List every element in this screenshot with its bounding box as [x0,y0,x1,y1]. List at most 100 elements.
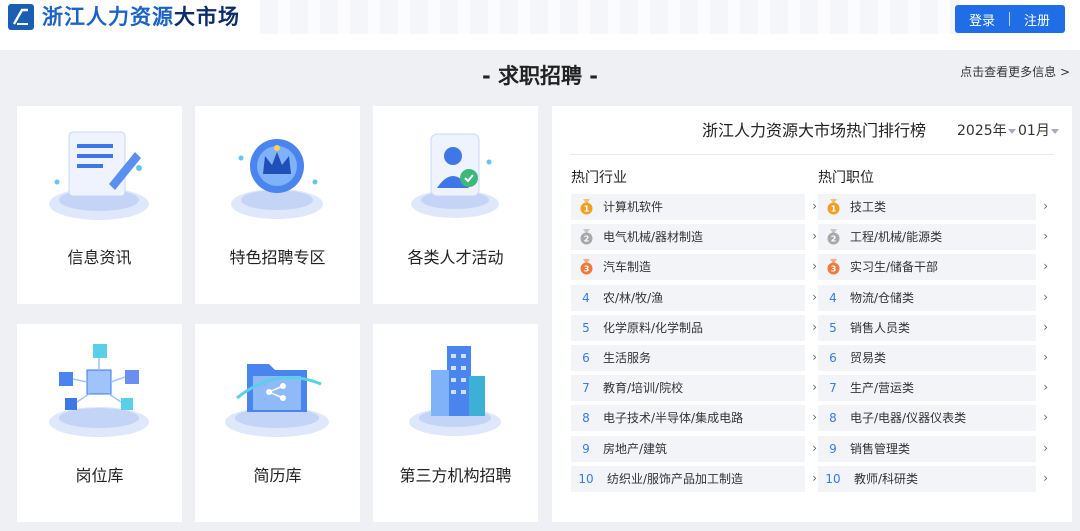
industry-rank-row[interactable]: 2 电气机械/器材制造 › [571,224,817,251]
rank-name: 农/林/牧/渔 [603,290,664,305]
chevron-right-icon: › [1043,199,1048,213]
rank-name: 化学原料/化学制品 [603,320,704,335]
position-rank-list: 1 技工类 › 2 工程/机械/能源类 › 3 实习生/储备干部 › 4 物流/仓储类 › 5 销售人员类… [818,194,1048,496]
chevron-right-icon: › [812,199,817,213]
svg-text:1: 1 [584,204,590,213]
panel-divider [570,154,1054,155]
chevron-right-icon: › [812,259,817,274]
login-button[interactable]: 登录 [955,10,1009,29]
industry-rank-row[interactable]: 10 纺织业/服饰产品加工制造 › [571,465,817,492]
ranking-title: 浙江人力资源大市场热门排行榜 [702,121,927,140]
chevron-right-icon: › [812,470,817,485]
position-rank-row[interactable]: 8 电子/电器/仪器仪表类 › [818,405,1048,432]
tile-info-news[interactable]: 信息资讯 [17,106,182,304]
rank-name: 生产/营运类 [850,381,915,396]
rank-name: 计算机软件 [603,200,664,214]
rank-number: 7 [829,381,837,396]
medal-icon: 3 [580,259,593,275]
top-header: 浙江人力资源大市场 登录 注册 [0,0,1080,50]
tile-resume-library[interactable]: 简历库 [195,324,360,522]
rank-name: 技工类 [850,200,887,214]
medal-icon: 1 [827,199,840,215]
month-select[interactable]: 01月 [1018,122,1059,140]
chevron-right-icon: › [812,349,817,364]
position-rank-row[interactable]: 9 销售管理类 › [818,435,1048,462]
document-edit-icon [49,131,149,220]
svg-text:3: 3 [831,265,837,274]
svg-text:3: 3 [584,265,590,274]
rank-number: 5 [582,320,590,335]
rank-number: 10 [578,471,594,486]
industry-rank-row[interactable]: 3 汽车制造 › [571,254,817,281]
medal-icon: 2 [827,229,840,245]
industry-rank-row[interactable]: 8 电子技术/半导体/集成电路 › [571,405,817,432]
position-rank-row[interactable]: 3 实习生/储备干部 › [818,254,1048,281]
medal-icon: 2 [580,229,593,245]
rank-name: 工程/机械/能源类 [850,230,943,245]
industry-rank-row[interactable]: 9 房地产/建筑 › [571,435,817,462]
site-title[interactable]: 浙江人力资源大市场 [42,2,240,32]
svg-text:1: 1 [831,204,837,213]
industry-rank-row[interactable]: 7 教育/培训/院校 › [571,375,817,402]
site-title-part2: 大市场 [174,5,240,29]
header-background [260,0,960,34]
rank-number: 6 [582,350,590,365]
chevron-right-icon: › [812,380,817,395]
chevron-right-icon: › [812,229,817,244]
rank-number: 9 [829,441,837,456]
chevron-down-icon [1007,128,1016,134]
rank-name: 销售管理类 [850,441,911,456]
chevron-right-icon: › [812,289,817,304]
tile-job-library[interactable]: 岗位库 [17,324,182,522]
position-rank-row[interactable]: 5 销售人员类 › [818,314,1048,341]
ranking-panel: 浙江人力资源大市场热门排行榜 2025年 01月 热门行业 热门职位 1 计算机软… [552,106,1072,522]
tile-third-party-recruitment[interactable]: 第三方机构招聘 [373,324,538,522]
year-select[interactable]: 2025年 [957,122,1016,140]
chevron-right-icon: › [1043,380,1048,395]
rank-name: 教师/科研类 [854,471,919,486]
position-rank-row[interactable]: 4 物流/仓储类 › [818,284,1048,311]
rank-name: 教育/培训/院校 [603,381,684,396]
rank-name: 汽车制造 [603,260,652,275]
industry-rank-row[interactable]: 6 生活服务 › [571,344,817,371]
position-rank-row[interactable]: 6 贸易类 › [818,344,1048,371]
chevron-right-icon: › [1043,410,1048,425]
rank-number: 7 [582,381,590,396]
position-rank-row[interactable]: 7 生产/营运类 › [818,375,1048,402]
rank-name: 房地产/建筑 [603,441,668,456]
rank-name: 纺织业/服饰产品加工制造 [607,471,744,486]
cubes-network-icon [49,344,149,437]
svg-text:2: 2 [584,235,590,244]
industry-rank-list: 1 计算机软件 › 2 电气机械/器材制造 › 3 汽车制造 › 4 农/林/牧/渔 › 5 化学原料/化… [571,194,817,496]
industry-rank-row[interactable]: 1 计算机软件 › [571,194,817,220]
auth-bar: 登录 注册 [955,5,1065,33]
rank-number: 8 [582,411,590,426]
position-rank-row[interactable]: 1 技工类 › [818,194,1048,220]
register-button[interactable]: 注册 [1010,10,1064,29]
tile-featured-recruitment[interactable]: 特色招聘专区 [195,106,360,304]
chevron-down-icon [1050,128,1059,134]
medal-icon: 1 [580,199,593,215]
site-logo-icon[interactable] [8,4,34,30]
industry-rank-row[interactable]: 4 农/林/牧/渔 › [571,284,817,311]
rank-number: 5 [829,320,837,335]
industry-rank-row[interactable]: 5 化学原料/化学制品 › [571,314,817,341]
rank-name: 电气机械/器材制造 [603,230,704,245]
tile-label: 第三方机构招聘 [399,466,512,485]
tile-talent-events[interactable]: 各类人才活动 [373,106,538,304]
crown-badge-icon [231,139,323,219]
rank-number: 8 [829,411,837,426]
month-value: 01月 [1018,123,1050,139]
chevron-right-icon: › [812,410,817,425]
tile-label: 岗位库 [75,466,124,485]
more-info-link[interactable]: 点击查看更多信息 > [960,64,1070,80]
chevron-right-icon: › [1043,470,1048,485]
position-rank-row[interactable]: 10 教师/科研类 › [818,465,1048,492]
chevron-right-icon: › [1043,440,1048,455]
tile-label: 特色招聘专区 [229,248,326,267]
buildings-icon [409,346,501,436]
rank-number: 6 [829,350,837,365]
position-column-title: 热门职位 [818,170,874,186]
position-rank-row[interactable]: 2 工程/机械/能源类 › [818,224,1048,251]
chevron-right-icon: › [1043,259,1048,274]
